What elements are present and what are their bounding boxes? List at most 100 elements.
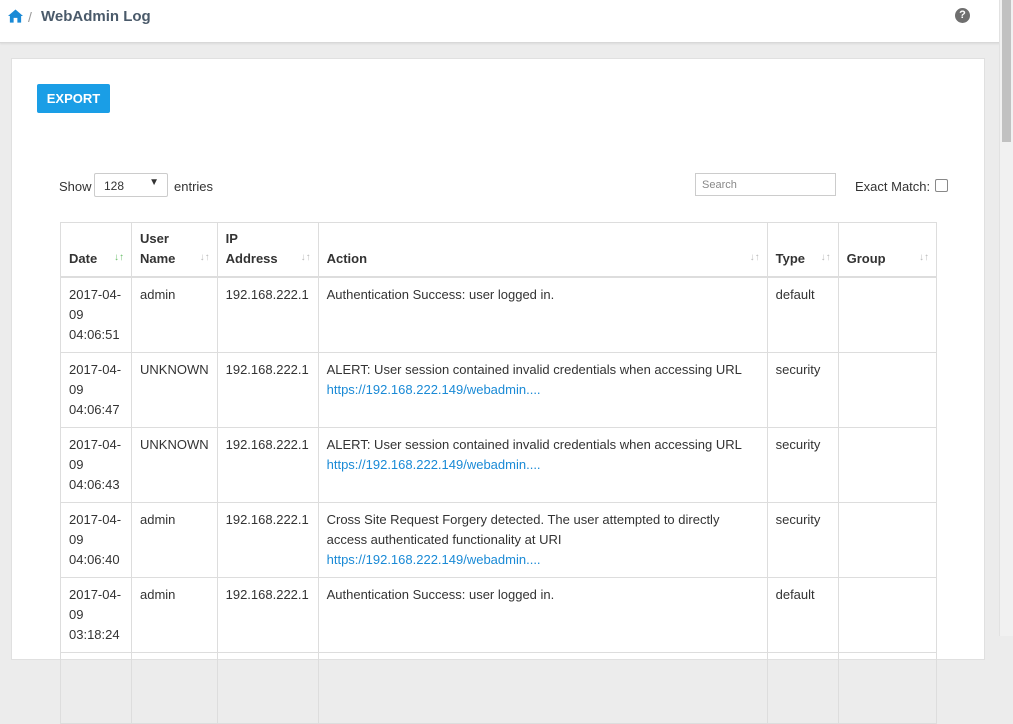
action-url-link[interactable]: https://192.168.222.149/webadmin.... (327, 552, 541, 567)
cell-user-name: UNKNOWN (131, 352, 218, 428)
cell-group (837, 652, 938, 724)
column-header-label: Date (69, 251, 98, 266)
action-url-link[interactable]: https://192.168.222.149/webadmin.... (327, 457, 541, 472)
action-url-link[interactable]: https://192.168.222.149/webadmin.... (327, 382, 541, 397)
log-panel: EXPORT Show 128 ▼ entries Exact Match: D… (11, 58, 985, 724)
cell-date: 2017-04- 09 03:18:24 (60, 577, 132, 653)
column-header-label: Group (846, 251, 886, 266)
date-part: 09 (69, 532, 84, 547)
home-icon[interactable] (8, 9, 23, 23)
scrollbar-thumb[interactable] (1002, 0, 1011, 142)
column-header-label: Address (225, 251, 278, 266)
cell-group (837, 502, 938, 578)
cell-type (766, 652, 839, 724)
column-header-user-name[interactable]: User Name ↓↑ (131, 222, 218, 278)
table-row: 2017-04- 09 04:06:47 UNKNOWN 192.168.222.1… (60, 352, 938, 428)
entries-per-page-select[interactable]: 128 ▼ (94, 173, 168, 197)
sort-icon: ↓↑ (749, 252, 760, 263)
top-bar: / WebAdmin Log ? (0, 0, 1000, 43)
table-row-partial (60, 652, 938, 724)
cell-ip-address: 192.168.222.1 (216, 427, 319, 503)
page-title: WebAdmin Log (41, 8, 151, 25)
date-part: 09 (69, 382, 84, 397)
search-input[interactable] (695, 173, 836, 196)
cell-ip-address: 192.168.222.1 (216, 352, 319, 428)
log-table: Date ↓↑ User Name ↓↑ IP Address ↓↑ Actio… (60, 222, 938, 724)
table-header-row: Date ↓↑ User Name ↓↑ IP Address ↓↑ Actio… (60, 222, 938, 278)
question-circle-icon[interactable]: ? (955, 8, 970, 23)
time-part: 04:06:47 (69, 402, 120, 417)
action-text: access authenticated functionality at UR… (326, 532, 562, 547)
column-header-label: IP (225, 231, 238, 246)
sort-icon: ↓↑ (919, 252, 929, 263)
table-row: 2017-04- 09 03:18:24 admin 192.168.222.1 A… (60, 577, 938, 653)
cell-group (837, 352, 938, 428)
entries-per-page-value: 128 (104, 179, 125, 193)
column-header-label: Type (775, 251, 805, 266)
cell-user-name: admin (131, 502, 218, 578)
table-row: 2017-04- 09 04:06:43 UNKNOWN 192.168.222.1… (60, 427, 938, 503)
cell-type: security (766, 502, 839, 578)
cell-user-name: admin (131, 577, 218, 653)
cell-date: 2017-04- 09 04:06:51 (60, 276, 132, 353)
cell-action (317, 652, 768, 724)
time-part: 04:06:51 (69, 327, 120, 342)
date-part: 2017-04- (69, 287, 122, 302)
date-part: 2017-04- (69, 437, 122, 452)
cell-type: security (766, 427, 839, 503)
time-part: 04:06:40 (69, 552, 120, 567)
column-header-action[interactable]: Action ↓↑ (317, 222, 768, 278)
time-part: 04:06:43 (69, 477, 120, 492)
sort-icon: ↓↑ (300, 252, 311, 263)
show-label: Show (59, 179, 92, 194)
date-part: 09 (69, 457, 84, 472)
cell-type: security (766, 352, 839, 428)
sort-icon: ↓↑ (199, 252, 210, 263)
cell-date: 2017-04- 09 04:06:40 (60, 502, 132, 578)
cell-type: default (766, 276, 839, 353)
cell-type: default (766, 577, 839, 653)
sort-icon: ↓↑ (820, 252, 831, 263)
cell-ip-address (216, 652, 319, 724)
cell-ip-address: 192.168.222.1 (216, 502, 319, 578)
table-row: 2017-04- 09 04:06:51 admin 192.168.222.1 A… (60, 276, 938, 353)
cell-date (60, 652, 132, 724)
column-header-label: Name (140, 251, 176, 266)
entries-label: entries (174, 179, 214, 194)
cell-action: Cross Site Request Forgery detected. The… (317, 502, 768, 578)
cell-user-name: UNKNOWN (131, 427, 218, 503)
date-part: 2017-04- (69, 587, 122, 602)
page-scrollbar[interactable] (999, 0, 1013, 636)
exact-match-checkbox[interactable] (935, 179, 948, 192)
action-text: Cross Site Request Forgery detected. The… (326, 512, 720, 527)
chevron-down-icon: ▼ (149, 177, 159, 188)
action-text: Authentication Success: user logged in. (326, 587, 555, 602)
sort-desc-icon: ↓↑ (114, 252, 124, 263)
date-part: 2017-04- (69, 512, 122, 527)
cell-group (837, 577, 938, 653)
breadcrumb-separator: / (28, 9, 32, 25)
cell-user-name: admin (131, 276, 218, 353)
cell-ip-address: 192.168.222.1 (216, 276, 319, 353)
column-header-label: Action (326, 251, 368, 266)
column-header-label: User (140, 231, 169, 246)
column-header-group[interactable]: Group ↓↑ (837, 222, 938, 278)
column-header-date[interactable]: Date ↓↑ (60, 222, 132, 278)
cell-group (837, 276, 938, 353)
table-row: 2017-04- 09 04:06:40 admin 192.168.222.1 C… (60, 502, 938, 578)
cell-action: ALERT: User session contained invalid cr… (317, 427, 768, 503)
exact-match-label: Exact Match: (855, 179, 931, 194)
action-text: ALERT: User session contained invalid cr… (326, 362, 742, 377)
cell-date: 2017-04- 09 04:06:43 (60, 427, 132, 503)
cell-action: Authentication Success: user logged in. (317, 577, 768, 653)
action-text: Authentication Success: user logged in. (326, 287, 555, 302)
cell-ip-address: 192.168.222.1 (216, 577, 319, 653)
column-header-type[interactable]: Type ↓↑ (766, 222, 839, 278)
date-part: 2017-04- (69, 362, 122, 377)
cell-user-name (131, 652, 218, 724)
date-part: 09 (69, 307, 84, 322)
column-header-ip-address[interactable]: IP Address ↓↑ (216, 222, 319, 278)
date-part: 09 (69, 607, 84, 622)
cell-action: ALERT: User session contained invalid cr… (317, 352, 768, 428)
export-button[interactable]: EXPORT (37, 84, 110, 113)
